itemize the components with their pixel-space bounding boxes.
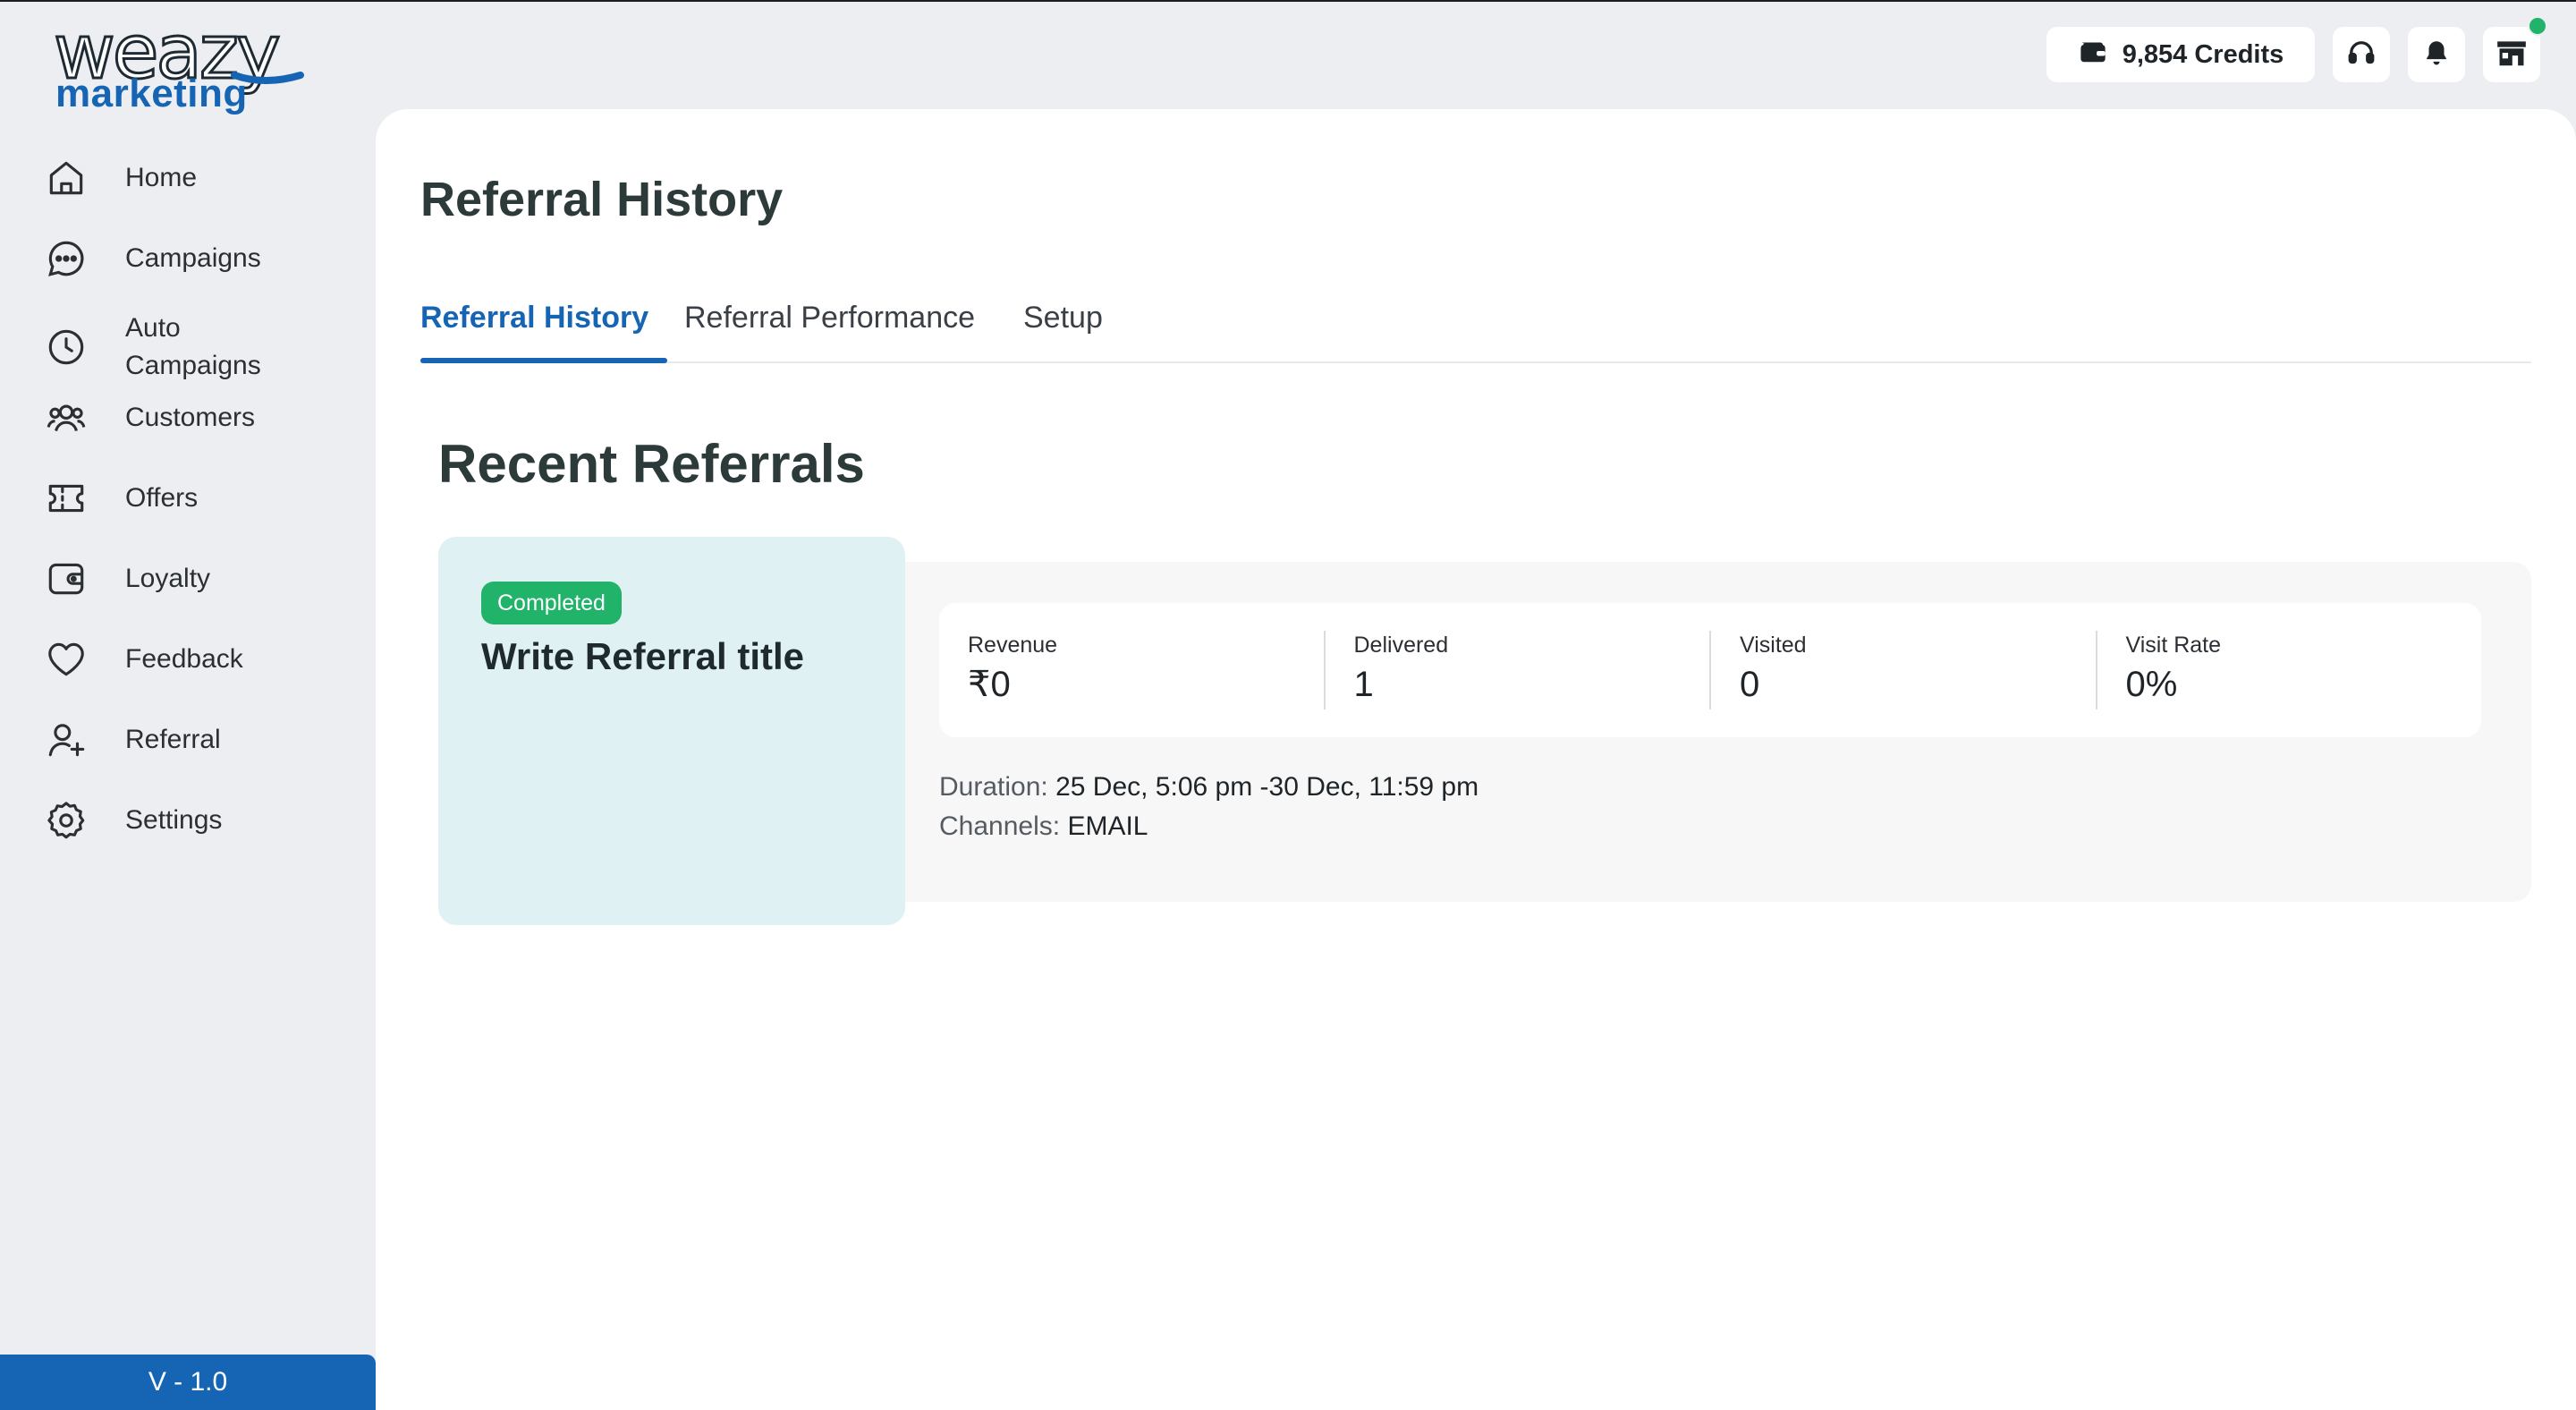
- brand-logo[interactable]: weazy marketing: [50, 13, 327, 116]
- sidebar: weazy marketing Home Campaigns Auto Camp…: [0, 0, 376, 1410]
- tab-setup[interactable]: Setup: [1023, 297, 1103, 363]
- referral-card[interactable]: Completed Write Referral title Revenue ₹…: [438, 537, 2531, 925]
- channels-label: Channels:: [939, 811, 1061, 841]
- stat-value: 0: [1740, 665, 1760, 704]
- main-panel: Referral History Referral History Referr…: [376, 109, 2576, 1410]
- sidebar-item-label: Auto Campaigns: [125, 313, 261, 380]
- sidebar-item-loyalty[interactable]: Loyalty: [39, 548, 352, 610]
- channels-value: EMAIL: [1067, 811, 1148, 841]
- bell-icon: [2421, 38, 2452, 72]
- wallet-icon: [2078, 38, 2108, 72]
- referral-meta: Duration: 25 Dec, 5:06 pm -30 Dec, 11:59…: [939, 768, 1479, 846]
- notifications-button[interactable]: [2408, 27, 2465, 82]
- sidebar-item-label: Feedback: [125, 644, 243, 674]
- sidebar-item-label: Campaigns: [125, 243, 261, 273]
- tab-bar: Referral History Referral Performance Se…: [420, 297, 2531, 363]
- duration-row: Duration: 25 Dec, 5:06 pm -30 Dec, 11:59…: [939, 768, 1479, 807]
- chat-bubble-icon: [39, 232, 93, 285]
- clock-icon: [39, 320, 93, 374]
- stat-label: Visited: [1740, 633, 1807, 658]
- sidebar-item-offers[interactable]: Offers: [39, 467, 352, 530]
- store-button[interactable]: [2483, 27, 2540, 82]
- support-button[interactable]: [2333, 27, 2390, 82]
- sidebar-item-customers[interactable]: Customers: [39, 386, 352, 449]
- referral-stats: Revenue ₹0 Delivered 1 Visited 0 Visit R…: [939, 603, 2481, 737]
- logo-subtext: marketing: [55, 72, 248, 115]
- sidebar-item-label: Loyalty: [125, 564, 211, 593]
- credits-label: 9,854 Credits: [2122, 39, 2284, 69]
- sidebar-item-referral[interactable]: Referral: [39, 709, 352, 771]
- sidebar-item-label: Customers: [125, 403, 256, 432]
- users-icon: [39, 391, 93, 445]
- stat-revenue: Revenue ₹0: [939, 631, 1324, 709]
- sidebar-item-auto-campaigns[interactable]: Auto Campaigns: [39, 310, 352, 385]
- stat-label: Delivered: [1353, 633, 1449, 658]
- sidebar-item-label: Referral: [125, 725, 221, 754]
- stat-value: ₹0: [968, 665, 1011, 704]
- user-plus-icon: [39, 713, 93, 767]
- window-top-border: [0, 0, 2576, 2]
- online-status-dot: [2528, 16, 2547, 36]
- tab-referral-history[interactable]: Referral History: [420, 297, 648, 363]
- sidebar-item-label: Home: [125, 163, 198, 192]
- ticket-icon: [39, 471, 93, 525]
- sidebar-item-home[interactable]: Home: [39, 147, 352, 209]
- duration-label: Duration:: [939, 772, 1048, 802]
- channels-row: Channels: EMAIL: [939, 807, 1479, 846]
- store-icon: [2495, 37, 2529, 73]
- stat-visited: Visited 0: [1709, 631, 2096, 709]
- referral-title: Write Referral title: [481, 635, 804, 677]
- sidebar-item-feedback[interactable]: Feedback: [39, 628, 352, 691]
- stat-value: 1: [1353, 665, 1374, 704]
- sidebar-item-settings[interactable]: Settings: [39, 789, 352, 852]
- credits-button[interactable]: 9,854 Credits: [2046, 27, 2315, 82]
- page-title: Referral History: [420, 173, 784, 226]
- section-title: Recent Referrals: [438, 434, 865, 494]
- stat-value: 0%: [2125, 665, 2178, 704]
- heart-icon: [39, 633, 93, 686]
- stat-visit-rate: Visit Rate 0%: [2095, 631, 2482, 709]
- status-badge: Completed: [481, 582, 622, 624]
- headset-icon: [2345, 37, 2377, 73]
- app-version: V - 1.0: [0, 1355, 376, 1410]
- active-tab-indicator: [420, 358, 667, 363]
- duration-value: 25 Dec, 5:06 pm -30 Dec, 11:59 pm: [1055, 772, 1479, 802]
- sidebar-item-campaigns[interactable]: Campaigns: [39, 227, 352, 290]
- stat-label: Visit Rate: [2125, 633, 2222, 658]
- stat-label: Revenue: [968, 633, 1058, 658]
- stat-delivered: Delivered 1: [1323, 631, 1710, 709]
- tab-referral-performance[interactable]: Referral Performance: [684, 297, 975, 363]
- referral-summary-panel: Completed Write Referral title: [438, 537, 905, 925]
- gear-icon: [39, 794, 93, 847]
- wallet-icon: [39, 552, 93, 606]
- home-icon: [39, 151, 93, 205]
- sidebar-item-label: Offers: [125, 483, 199, 513]
- sidebar-item-label: Settings: [125, 805, 223, 835]
